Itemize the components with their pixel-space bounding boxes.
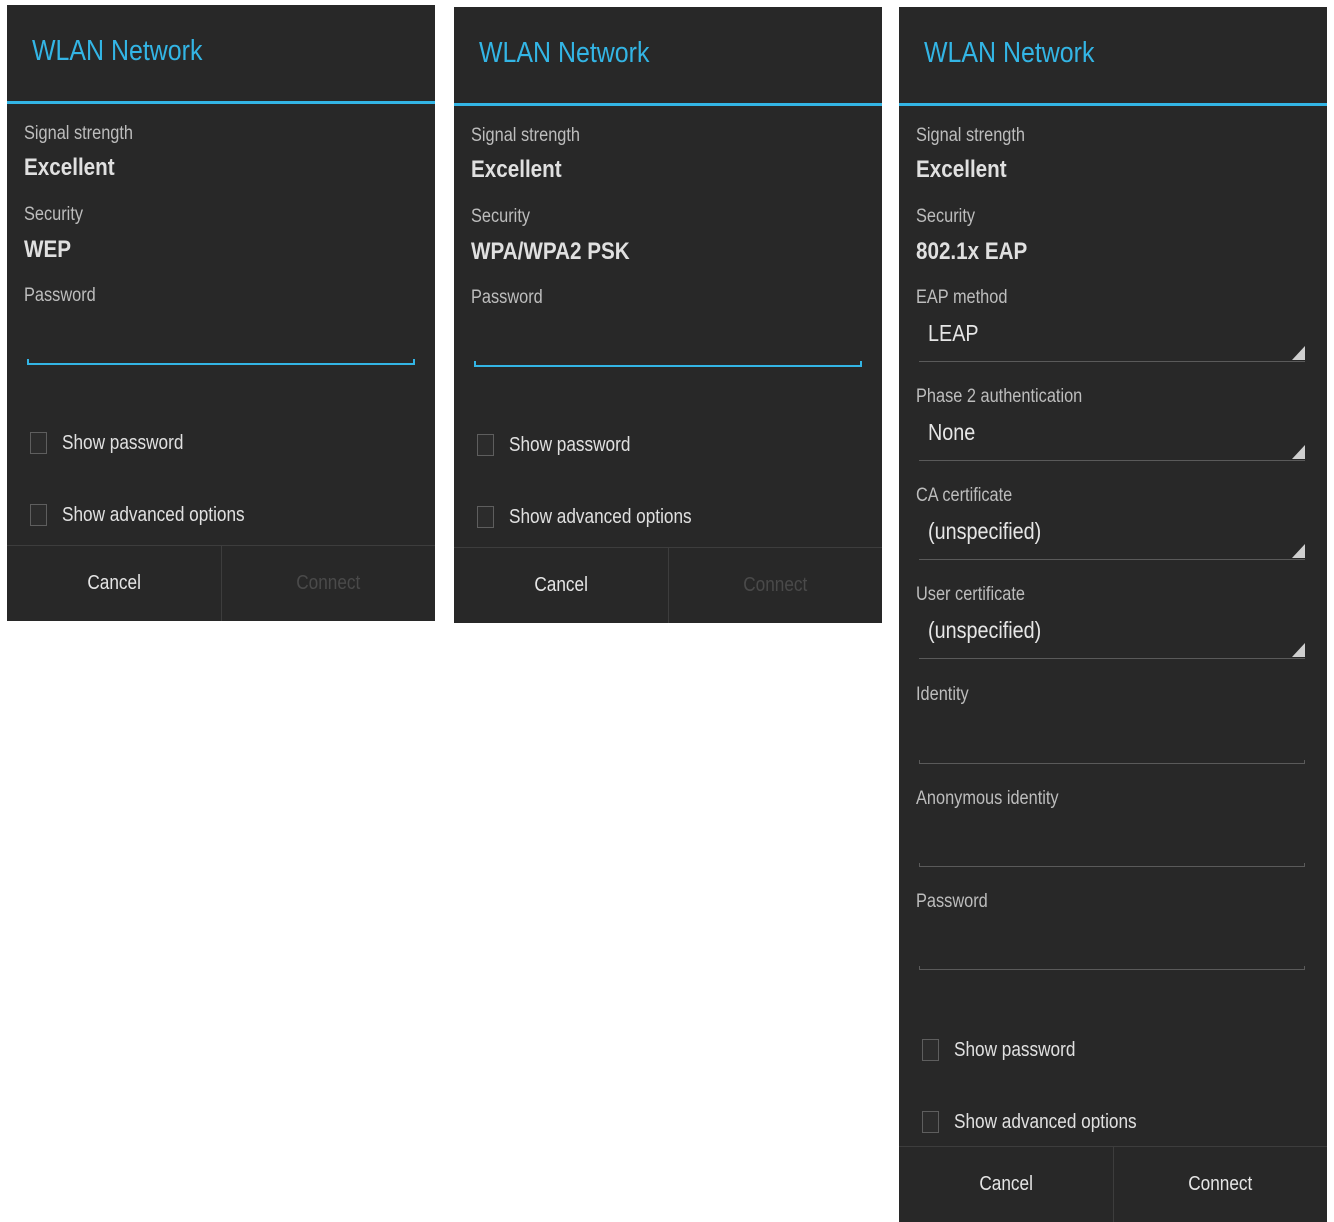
security-label: Security xyxy=(916,206,976,227)
show-advanced-row[interactable]: Show advanced options xyxy=(477,503,721,531)
show-password-row[interactable]: Show password xyxy=(30,429,203,457)
dialog-title: WLAN Network xyxy=(479,37,650,69)
show-password-checkbox[interactable] xyxy=(477,434,494,456)
dialog-title: WLAN Network xyxy=(924,37,1095,69)
user-certificate-label: User certificate xyxy=(916,584,1025,605)
user-certificate-spinner[interactable]: (unspecified) xyxy=(919,613,1305,659)
show-password-checkbox[interactable] xyxy=(922,1039,939,1061)
signal-strength-value: Excellent xyxy=(916,156,1007,183)
phase2-auth-label: Phase 2 authentication xyxy=(916,386,1083,407)
spinner-corner-icon xyxy=(1292,346,1305,360)
spinner-corner-icon xyxy=(1292,643,1305,657)
show-password-label: Show password xyxy=(954,1038,1076,1061)
cancel-button-label: Cancel xyxy=(978,1173,1033,1195)
button-bar: Cancel Connect xyxy=(7,545,435,621)
password-label: Password xyxy=(471,287,543,308)
eap-method-spinner[interactable]: LEAP xyxy=(919,316,1305,362)
signal-strength-label: Signal strength xyxy=(24,123,134,144)
security-label: Security xyxy=(24,204,84,225)
button-bar: Cancel Connect xyxy=(454,547,882,623)
spinner-corner-icon xyxy=(1292,544,1305,558)
signal-strength-value: Excellent xyxy=(471,156,562,183)
title-divider xyxy=(899,103,1327,106)
anonymous-identity-label: Anonymous identity xyxy=(916,788,1059,809)
wlan-dialog-wpa: WLAN Network Signal strength Excellent S… xyxy=(454,7,882,623)
wlan-dialog-eap: WLAN Network Signal strength Excellent S… xyxy=(899,7,1327,1222)
button-bar: Cancel Connect xyxy=(899,1146,1327,1222)
password-input[interactable] xyxy=(27,359,415,365)
show-password-row[interactable]: Show password xyxy=(477,431,650,459)
show-advanced-checkbox[interactable] xyxy=(477,506,494,528)
show-advanced-label: Show advanced options xyxy=(954,1110,1137,1133)
security-value: WEP xyxy=(24,236,72,263)
show-advanced-label: Show advanced options xyxy=(62,503,245,526)
connect-button[interactable]: Connect xyxy=(220,546,436,621)
anonymous-identity-input[interactable] xyxy=(919,863,1305,867)
show-password-label: Show password xyxy=(509,433,631,456)
show-password-checkbox[interactable] xyxy=(30,432,47,454)
spinner-underline xyxy=(919,361,1305,362)
security-value: 802.1x EAP xyxy=(916,238,1028,265)
security-label: Security xyxy=(471,206,531,227)
cancel-button[interactable]: Cancel xyxy=(454,548,668,623)
connect-button-label: Connect xyxy=(743,574,808,596)
spinner-underline xyxy=(919,460,1305,461)
security-value: WPA/WPA2 PSK xyxy=(471,238,630,265)
show-advanced-row[interactable]: Show advanced options xyxy=(30,501,274,529)
title-divider xyxy=(7,101,435,104)
cancel-button-label: Cancel xyxy=(533,574,588,596)
spinner-corner-icon xyxy=(1292,445,1305,459)
signal-strength-label: Signal strength xyxy=(471,125,581,146)
connect-button[interactable]: Connect xyxy=(1112,1147,1328,1222)
cancel-button-label: Cancel xyxy=(86,572,141,594)
spinner-underline xyxy=(919,658,1305,659)
show-advanced-checkbox[interactable] xyxy=(30,504,47,526)
password-label: Password xyxy=(24,285,96,306)
ca-certificate-label: CA certificate xyxy=(916,485,1013,506)
spinner-underline xyxy=(919,559,1305,560)
phase2-auth-value: None xyxy=(928,419,976,445)
cancel-button[interactable]: Cancel xyxy=(7,546,221,621)
show-password-row[interactable]: Show password xyxy=(922,1036,1095,1064)
signal-strength-label: Signal strength xyxy=(916,125,1026,146)
eap-method-label: EAP method xyxy=(916,287,1008,308)
password-label: Password xyxy=(916,891,988,912)
password-input[interactable] xyxy=(474,361,862,367)
password-input[interactable] xyxy=(919,966,1305,970)
show-advanced-row[interactable]: Show advanced options xyxy=(922,1108,1166,1136)
user-certificate-value: (unspecified) xyxy=(928,617,1042,643)
eap-method-value: LEAP xyxy=(928,320,979,346)
dialog-title: WLAN Network xyxy=(32,35,203,67)
cancel-button[interactable]: Cancel xyxy=(899,1147,1113,1222)
show-advanced-checkbox[interactable] xyxy=(922,1111,939,1133)
phase2-auth-spinner[interactable]: None xyxy=(919,415,1305,461)
connect-button-label: Connect xyxy=(296,572,361,594)
identity-label: Identity xyxy=(916,684,969,705)
wlan-dialog-wep: WLAN Network Signal strength Excellent S… xyxy=(7,5,435,621)
show-advanced-label: Show advanced options xyxy=(509,505,692,528)
connect-button-label: Connect xyxy=(1188,1173,1253,1195)
title-divider xyxy=(454,103,882,106)
identity-input[interactable] xyxy=(919,760,1305,764)
connect-button[interactable]: Connect xyxy=(667,548,883,623)
ca-certificate-spinner[interactable]: (unspecified) xyxy=(919,514,1305,560)
signal-strength-value: Excellent xyxy=(24,154,115,181)
ca-certificate-value: (unspecified) xyxy=(928,518,1042,544)
show-password-label: Show password xyxy=(62,431,184,454)
